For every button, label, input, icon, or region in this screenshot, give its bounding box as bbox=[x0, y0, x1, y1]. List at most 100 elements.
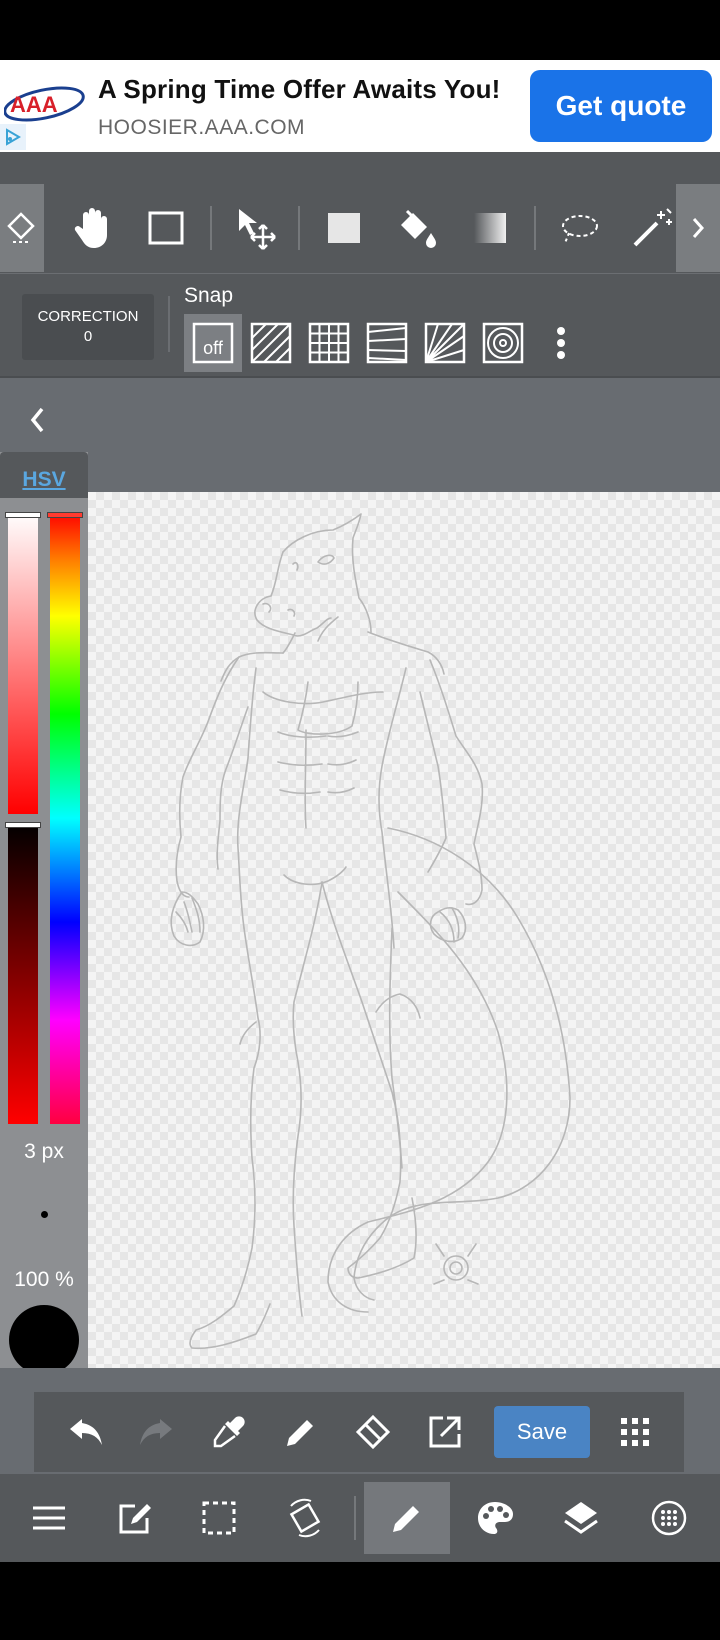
toolbar-divider bbox=[210, 206, 212, 250]
material-button[interactable] bbox=[626, 1482, 712, 1554]
value-slider[interactable] bbox=[8, 822, 38, 1124]
fill-rect-tool[interactable] bbox=[312, 184, 376, 272]
toolbar-divider bbox=[534, 206, 536, 250]
ad-url[interactable]: HOOSIER.AAA.COM bbox=[98, 116, 305, 140]
move-icon bbox=[239, 209, 276, 250]
bucket-icon bbox=[401, 209, 436, 248]
sketch-drawing bbox=[170, 513, 571, 1350]
material-grid-icon bbox=[651, 1500, 687, 1536]
snap-off-text: off bbox=[203, 338, 224, 358]
canvas-top-bar bbox=[0, 378, 720, 492]
undo-button[interactable] bbox=[50, 1392, 120, 1472]
layers-icon bbox=[564, 1502, 598, 1534]
snap-label: Snap bbox=[184, 284, 234, 307]
snap-concentric-button[interactable] bbox=[474, 314, 532, 372]
eraser-icon bbox=[355, 1414, 391, 1450]
snap-radial-button[interactable] bbox=[416, 314, 474, 372]
hamburger-icon bbox=[33, 1506, 65, 1530]
eraser-tool-partial[interactable] bbox=[0, 184, 44, 272]
nav-divider bbox=[354, 1496, 356, 1540]
redo-icon bbox=[140, 1419, 172, 1445]
brush-size-label[interactable]: 3 px bbox=[0, 1140, 88, 1164]
tool-bar bbox=[0, 184, 720, 274]
snap-grid-icon bbox=[308, 322, 350, 364]
hue-slider[interactable] bbox=[50, 512, 80, 1124]
palette-icon bbox=[478, 1502, 513, 1534]
edit-icon bbox=[119, 1504, 151, 1534]
lasso-icon bbox=[562, 215, 598, 244]
saturation-slider[interactable] bbox=[8, 512, 38, 814]
rectangle-select-tool[interactable] bbox=[134, 184, 198, 272]
bottom-nav bbox=[0, 1474, 720, 1562]
eyedropper-button[interactable] bbox=[194, 1392, 264, 1472]
hand-tool[interactable] bbox=[62, 184, 126, 272]
rectangle-select-icon bbox=[148, 211, 184, 245]
snap-perspective-icon bbox=[366, 322, 408, 364]
eyedropper-icon bbox=[213, 1416, 245, 1448]
get-quote-button[interactable]: Get quote bbox=[530, 70, 712, 142]
ad-choices-icon[interactable] bbox=[0, 124, 26, 150]
snap-off-icon: off bbox=[192, 322, 234, 364]
selection-button[interactable] bbox=[176, 1482, 262, 1554]
correction-button[interactable]: CORRECTION 0 bbox=[22, 294, 154, 360]
collapse-panel-button[interactable] bbox=[18, 400, 58, 440]
more-options-button[interactable] bbox=[532, 314, 590, 372]
bucket-tool[interactable] bbox=[384, 184, 448, 272]
snap-concentric-icon bbox=[482, 322, 524, 364]
ad-banner[interactable]: AAA A Spring Time Offer Awaits You! HOOS… bbox=[0, 60, 720, 152]
saturation-handle[interactable] bbox=[5, 512, 41, 518]
snap-grid-button[interactable] bbox=[300, 314, 358, 372]
save-button[interactable]: Save bbox=[494, 1406, 590, 1458]
grid-menu-button[interactable] bbox=[600, 1392, 670, 1472]
gradient-icon bbox=[474, 213, 506, 243]
chevron-left-icon bbox=[30, 407, 44, 433]
snap-divider bbox=[168, 296, 170, 352]
eraser-button[interactable] bbox=[338, 1392, 408, 1472]
aaa-logo: AAA bbox=[4, 86, 85, 122]
ad-title[interactable]: A Spring Time Offer Awaits You! bbox=[98, 74, 501, 105]
move-tool[interactable] bbox=[224, 184, 288, 272]
correction-label: CORRECTION bbox=[37, 308, 139, 325]
spacer-strip bbox=[0, 152, 720, 184]
share-button[interactable] bbox=[410, 1392, 480, 1472]
correction-value: 0 bbox=[83, 328, 93, 345]
external-link-icon bbox=[429, 1416, 461, 1448]
undo-icon bbox=[70, 1419, 102, 1445]
layers-button[interactable] bbox=[538, 1482, 624, 1554]
fill-rect-icon bbox=[328, 213, 360, 243]
toolbar-scroll-right[interactable] bbox=[676, 184, 720, 272]
brush-size-preview bbox=[41, 1211, 48, 1218]
edit-button[interactable] bbox=[92, 1482, 178, 1554]
drawing-canvas[interactable] bbox=[88, 492, 720, 1368]
snap-radial-icon bbox=[424, 322, 466, 364]
snap-parallel-button[interactable] bbox=[242, 314, 300, 372]
dashed-select-icon bbox=[202, 1501, 236, 1535]
options-bar: CORRECTION 0 Snap off bbox=[0, 274, 720, 378]
more-vertical-icon bbox=[557, 327, 565, 359]
chevron-right-icon bbox=[692, 218, 705, 238]
hand-icon bbox=[74, 208, 107, 248]
value-handle[interactable] bbox=[5, 822, 41, 828]
menu-button[interactable] bbox=[6, 1482, 92, 1554]
hue-handle[interactable] bbox=[47, 512, 83, 518]
rotate-canvas-button[interactable] bbox=[262, 1482, 348, 1554]
pencil-icon bbox=[393, 1506, 419, 1532]
gradient-tool[interactable] bbox=[458, 184, 522, 272]
pencil-icon bbox=[287, 1420, 313, 1446]
brush-nav-button[interactable] bbox=[364, 1482, 450, 1554]
pen-button[interactable] bbox=[266, 1392, 336, 1472]
magic-wand-icon bbox=[633, 208, 672, 247]
snap-off-button[interactable]: off bbox=[184, 314, 242, 372]
color-palette-button[interactable] bbox=[452, 1482, 538, 1554]
redo-button[interactable] bbox=[122, 1392, 192, 1472]
lasso-tool[interactable] bbox=[548, 184, 612, 272]
magic-wand-tool[interactable] bbox=[620, 184, 684, 272]
svg-text:AAA: AAA bbox=[10, 92, 58, 117]
snap-perspective-button[interactable] bbox=[358, 314, 416, 372]
opacity-label[interactable]: 100 % bbox=[0, 1268, 88, 1292]
snap-parallel-icon bbox=[250, 322, 292, 364]
grid-dots-icon bbox=[621, 1418, 649, 1446]
current-color-swatch[interactable] bbox=[9, 1305, 79, 1375]
action-bar: Save bbox=[34, 1392, 684, 1472]
hsv-mode-tab[interactable]: HSV bbox=[0, 468, 88, 492]
